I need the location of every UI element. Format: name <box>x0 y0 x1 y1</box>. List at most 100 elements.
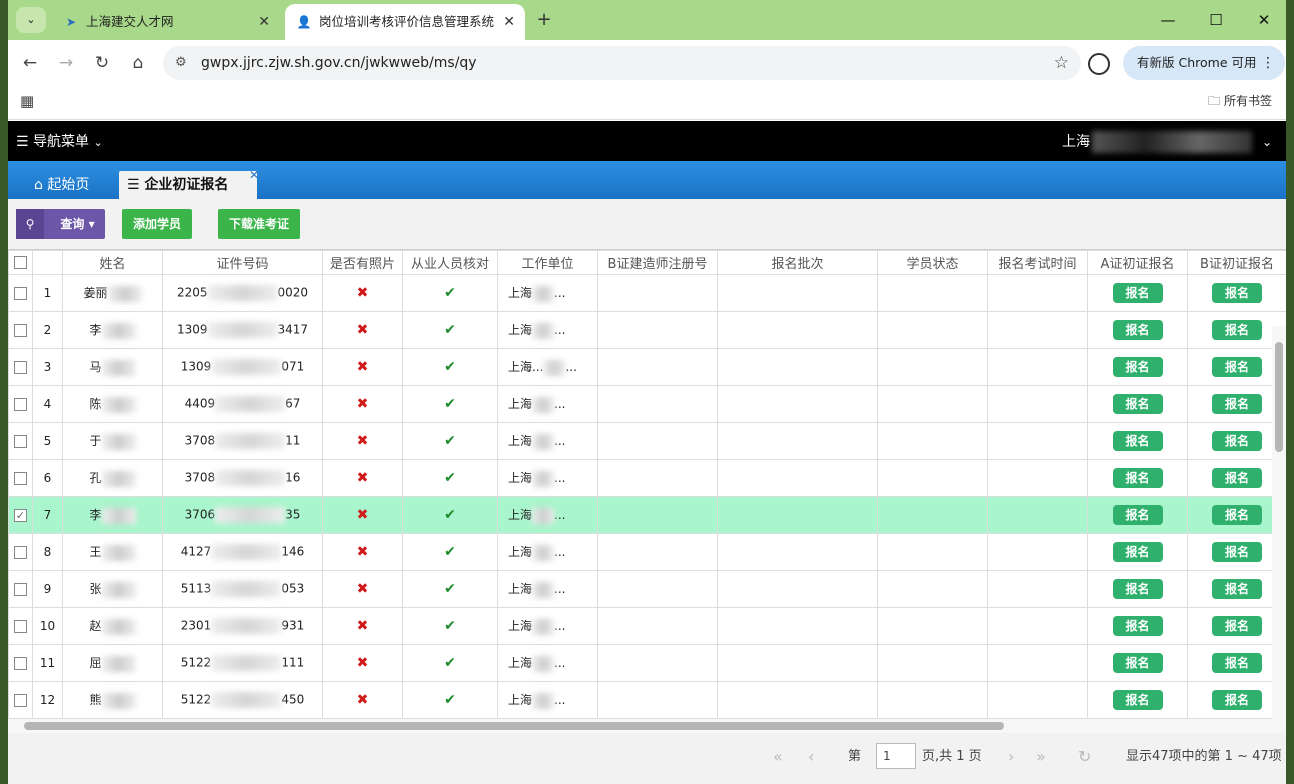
more-menu-icon[interactable]: ⋮ <box>1261 46 1275 80</box>
row-checkbox[interactable] <box>8 570 33 608</box>
download-admission-button[interactable]: 下载准考证 <box>218 209 300 239</box>
b-cert-enroll-button[interactable]: 报名 <box>1212 468 1262 488</box>
column-header[interactable]: B证建造师注册号 <box>597 250 718 275</box>
prev-page-icon[interactable]: ‹ <box>808 737 814 777</box>
table-row[interactable]: 9 张 5113 053 ✖ ✔ 上海... 报名 报名 <box>8 570 1286 608</box>
table-row[interactable]: 12 熊 5122 450 ✖ ✔ 上海... 报名 报名 <box>8 681 1286 719</box>
apps-grid-icon[interactable]: ▦ <box>20 92 38 110</box>
table-row[interactable]: 4 陈 4409 67 ✖ ✔ 上海... 报名 报名 <box>8 385 1286 423</box>
forward-arrow-icon[interactable]: → <box>52 50 80 76</box>
tab-enrollment[interactable]: ☰ 企业初证报名 ✕ <box>119 168 259 199</box>
table-row[interactable]: 5 于 3708 11 ✖ ✔ 上海... 报名 报名 <box>8 422 1286 460</box>
update-chrome-button[interactable]: 有新版 Chrome 可用 ⋮ <box>1123 46 1285 80</box>
reload-icon[interactable]: ↻ <box>88 50 116 76</box>
row-checkbox[interactable] <box>8 681 33 719</box>
column-header[interactable]: 从业人员核对 <box>402 250 498 275</box>
close-window-icon[interactable]: ✕ <box>1246 6 1282 34</box>
search-button[interactable]: ⚲ 查询 ▾ <box>16 209 105 239</box>
column-header[interactable]: 工作单位 <box>497 250 598 275</box>
column-header[interactable]: 是否有照片 <box>322 250 403 275</box>
column-header[interactable]: 报名考试时间 <box>987 250 1088 275</box>
home-icon[interactable]: ⌂ <box>124 50 152 76</box>
table-row[interactable]: 8 王 4127 146 ✖ ✔ 上海... 报名 报名 <box>8 533 1286 571</box>
close-tab-icon[interactable]: ✕ <box>249 161 259 189</box>
add-student-button[interactable]: 添加学员 <box>122 209 192 239</box>
tab-search-chevron-icon[interactable]: ⌄ <box>16 7 46 33</box>
refresh-icon[interactable]: ↻ <box>1078 737 1091 777</box>
table-row[interactable]: 10 赵 2301 931 ✖ ✔ 上海... 报名 报名 <box>8 607 1286 645</box>
user-menu[interactable]: 上海 <box>1062 121 1252 163</box>
browser-tab-inactive[interactable]: ➤ 上海建交人才网 ✕ <box>52 4 280 40</box>
column-header[interactable]: 学员状态 <box>877 250 988 275</box>
row-checkbox[interactable] <box>8 644 33 682</box>
url-text[interactable]: gwpx.jjrc.zjw.sh.gov.cn/jwkwweb/ms/qy <box>201 46 477 80</box>
row-checkbox[interactable] <box>8 311 33 349</box>
table-row[interactable]: 1 姜丽 2205 0020 ✖ ✔ 上海... 报名 报名 <box>8 274 1286 312</box>
close-tab-icon[interactable]: ✕ <box>258 4 270 40</box>
row-checkbox[interactable] <box>8 533 33 571</box>
minimize-icon[interactable]: — <box>1150 6 1186 34</box>
b-cert-enroll-button[interactable]: 报名 <box>1212 579 1262 599</box>
nav-menu-button[interactable]: ☰ 导航菜单 ⌄ <box>16 121 103 164</box>
a-cert-enroll-button[interactable]: 报名 <box>1112 320 1163 340</box>
last-page-icon[interactable]: » <box>1036 737 1046 777</box>
b-cert-enroll-button[interactable]: 报名 <box>1212 357 1262 377</box>
a-cert-enroll-button[interactable]: 报名 <box>1112 357 1163 377</box>
table-row[interactable]: ✓ 7 李 3706 35 ✖ ✔ 上海... 报名 报名 <box>8 496 1286 534</box>
b-cert-enroll-button[interactable]: 报名 <box>1212 394 1262 414</box>
row-checkbox[interactable] <box>8 607 33 645</box>
column-header[interactable]: B证初证报名 <box>1187 250 1286 275</box>
a-cert-enroll-button[interactable]: 报名 <box>1112 505 1163 525</box>
horizontal-scrollbar[interactable] <box>8 719 1286 733</box>
row-checkbox[interactable] <box>8 348 33 386</box>
all-bookmarks-button[interactable]: 🗀 所有书签 <box>1208 86 1272 116</box>
column-header[interactable]: 证件号码 <box>162 250 323 275</box>
a-cert-enroll-button[interactable]: 报名 <box>1112 616 1163 636</box>
new-tab-icon[interactable]: + <box>530 7 558 33</box>
a-cert-enroll-button[interactable]: 报名 <box>1112 394 1163 414</box>
page-number-input[interactable]: 1 <box>876 743 916 769</box>
horizontal-scroll-thumb[interactable] <box>24 722 1004 730</box>
row-checkbox[interactable] <box>8 385 33 423</box>
row-checkbox[interactable] <box>8 274 33 312</box>
b-cert-enroll-button[interactable]: 报名 <box>1212 431 1262 451</box>
table-row[interactable]: 2 李 1309 3417 ✖ ✔ 上海... 报名 报名 <box>8 311 1286 349</box>
table-row[interactable]: 6 孔 3708 16 ✖ ✔ 上海... 报名 报名 <box>8 459 1286 497</box>
a-cert-enroll-button[interactable]: 报名 <box>1112 690 1163 710</box>
table-row[interactable]: 11 屈 5122 111 ✖ ✔ 上海... 报名 报名 <box>8 644 1286 682</box>
browser-tab-active[interactable]: 👤 岗位培训考核评价信息管理系统 ✕ <box>285 4 525 40</box>
row-checkbox[interactable] <box>8 422 33 460</box>
maximize-icon[interactable]: ☐ <box>1198 6 1234 34</box>
b-cert-enroll-button[interactable]: 报名 <box>1212 542 1262 562</box>
b-cert-enroll-button[interactable]: 报名 <box>1212 616 1262 636</box>
close-tab-icon[interactable]: ✕ <box>503 4 515 40</box>
back-arrow-icon[interactable]: ← <box>16 50 44 76</box>
profile-icon[interactable] <box>1088 53 1110 75</box>
table-row[interactable]: 3 马 1309 071 ✖ ✔ 上海...... 报名 报名 <box>8 348 1286 386</box>
b-cert-enroll-button[interactable]: 报名 <box>1212 690 1262 710</box>
b-cert-enroll-button[interactable]: 报名 <box>1212 283 1262 303</box>
b-cert-enroll-button[interactable]: 报名 <box>1212 320 1262 340</box>
a-cert-enroll-button[interactable]: 报名 <box>1112 579 1163 599</box>
user-chevron-icon[interactable]: ⌄ <box>1262 121 1272 163</box>
a-cert-enroll-button[interactable]: 报名 <box>1112 468 1163 488</box>
a-cert-enroll-button[interactable]: 报名 <box>1112 542 1163 562</box>
a-cert-enroll-button[interactable]: 报名 <box>1112 653 1163 673</box>
address-bar[interactable]: ⚙ gwpx.jjrc.zjw.sh.gov.cn/jwkwweb/ms/qy … <box>163 46 1081 80</box>
b-cert-enroll-button[interactable]: 报名 <box>1212 653 1262 673</box>
select-all-checkbox[interactable] <box>8 250 33 275</box>
row-checkbox[interactable] <box>8 459 33 497</box>
a-cert-enroll-button[interactable]: 报名 <box>1112 283 1163 303</box>
column-header[interactable]: 报名批次 <box>717 250 878 275</box>
column-header[interactable]: A证初证报名 <box>1087 250 1188 275</box>
next-page-icon[interactable]: › <box>1008 737 1014 777</box>
tab-home[interactable]: ⌂ 起始页 <box>26 171 97 199</box>
a-cert-enroll-button[interactable]: 报名 <box>1112 431 1163 451</box>
site-settings-icon[interactable]: ⚙ <box>175 46 187 80</box>
vertical-scrollbar[interactable] <box>1272 326 1286 719</box>
bookmark-star-icon[interactable]: ☆ <box>1054 46 1069 80</box>
b-cert-enroll-button[interactable]: 报名 <box>1212 505 1262 525</box>
first-page-icon[interactable]: « <box>773 737 783 777</box>
column-header[interactable]: 姓名 <box>62 250 163 275</box>
row-checkbox[interactable]: ✓ <box>8 496 33 534</box>
